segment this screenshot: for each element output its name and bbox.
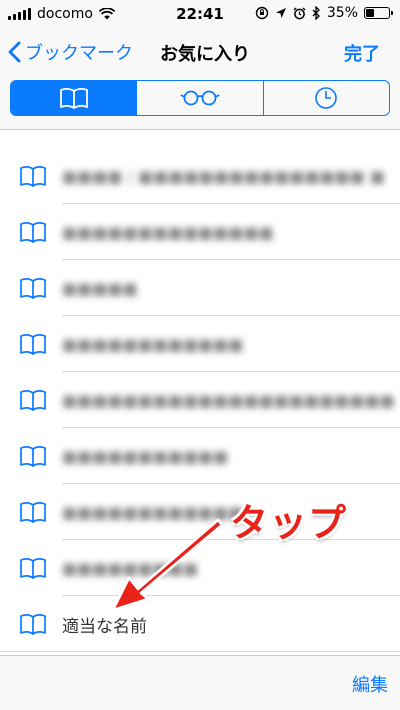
- chevron-left-icon: [8, 41, 21, 63]
- bookmark-label: ■■■■■■■■■■■■: [62, 502, 244, 522]
- bookmark-label: ■■■■■■■■■■■: [62, 446, 229, 466]
- book-icon: [20, 446, 46, 467]
- book-icon: [59, 88, 88, 109]
- book-icon: [20, 166, 46, 187]
- bookmark-icon-wrap: [0, 165, 62, 187]
- bookmark-row[interactable]: ■■■■■■■■■: [0, 540, 400, 596]
- bookmark-icon-wrap: [0, 445, 62, 467]
- bluetooth-icon: [312, 6, 320, 20]
- bottom-toolbar: 編集: [0, 655, 400, 710]
- book-icon: [20, 614, 46, 635]
- bookmark-icon-wrap: [0, 613, 62, 635]
- battery-icon: [364, 7, 393, 19]
- navigation-bar: ブックマーク お気に入り 完了: [0, 28, 400, 76]
- tab-reading-list[interactable]: [136, 81, 262, 115]
- bookmark-icon-wrap: [0, 389, 62, 411]
- bookmark-label: ■■■■■■■■■: [62, 558, 199, 578]
- battery-percent: 35%: [326, 5, 358, 21]
- bookmark-icon-wrap: [0, 501, 62, 523]
- location-icon: [275, 8, 286, 18]
- tap-annotation: タップ: [230, 501, 348, 545]
- clock-icon: [315, 87, 338, 109]
- orientation-lock-icon: [255, 6, 269, 20]
- book-icon: [20, 334, 46, 355]
- tab-bookmarks[interactable]: [11, 81, 137, 115]
- status-right: 35%: [255, 5, 393, 21]
- bookmark-row[interactable]: ■■■■■■■■■■■■■■■■■■■■■■: [0, 372, 400, 428]
- book-icon: [20, 502, 46, 523]
- bookmark-row[interactable]: 適当な名前: [0, 596, 400, 652]
- bookmark-label: 適当な名前: [62, 616, 147, 637]
- book-icon: [20, 278, 46, 299]
- book-icon: [20, 222, 46, 243]
- bookmark-label: ■■■■■■■■■■■■■■■■■■■■■■: [62, 390, 395, 410]
- segmented-control: [10, 80, 390, 116]
- bookmark-row[interactable]: ■■■■■■■■■■■■: [0, 316, 400, 372]
- bookmark-label: ■■■■■■■■■■■■: [62, 334, 244, 354]
- bookmark-icon-wrap: [0, 557, 62, 579]
- done-button[interactable]: 完了: [344, 40, 380, 66]
- page-title: お気に入り: [160, 44, 250, 65]
- book-icon: [20, 558, 46, 579]
- back-label: ブックマーク: [25, 43, 133, 64]
- back-button[interactable]: ブックマーク: [8, 39, 133, 65]
- glasses-icon: [180, 90, 220, 106]
- bookmark-list: ■■■■ | ■■■■■■■■■■■■■■■ ■ ■■■■■■■■■■■■■■ ■■…: [0, 148, 400, 652]
- battery-fill: [366, 9, 374, 17]
- tab-history[interactable]: [262, 81, 389, 115]
- bookmark-icon-wrap: [0, 221, 62, 243]
- bookmark-row[interactable]: ■■■■ | ■■■■■■■■■■■■■■■ ■: [0, 148, 400, 204]
- edit-button[interactable]: 編集: [352, 671, 388, 697]
- bookmark-icon-wrap: [0, 333, 62, 355]
- book-icon: [20, 390, 46, 411]
- segment-bar: [0, 76, 400, 130]
- bookmark-row[interactable]: ■■■■■: [0, 260, 400, 316]
- bookmark-label: ■■■■■■■■■■■■■■: [62, 222, 274, 242]
- bookmark-icon-wrap: [0, 277, 62, 299]
- bookmark-row[interactable]: ■■■■■■■■■■■■■■: [0, 204, 400, 260]
- bookmark-row[interactable]: ■■■■■■■■■■■: [0, 428, 400, 484]
- status-bar: docomo 22:41 35%: [0, 0, 400, 28]
- bookmark-label: ■■■■■: [62, 278, 138, 298]
- bookmark-label: ■■■■ | ■■■■■■■■■■■■■■■ ■: [62, 166, 385, 186]
- alarm-icon: [293, 6, 306, 19]
